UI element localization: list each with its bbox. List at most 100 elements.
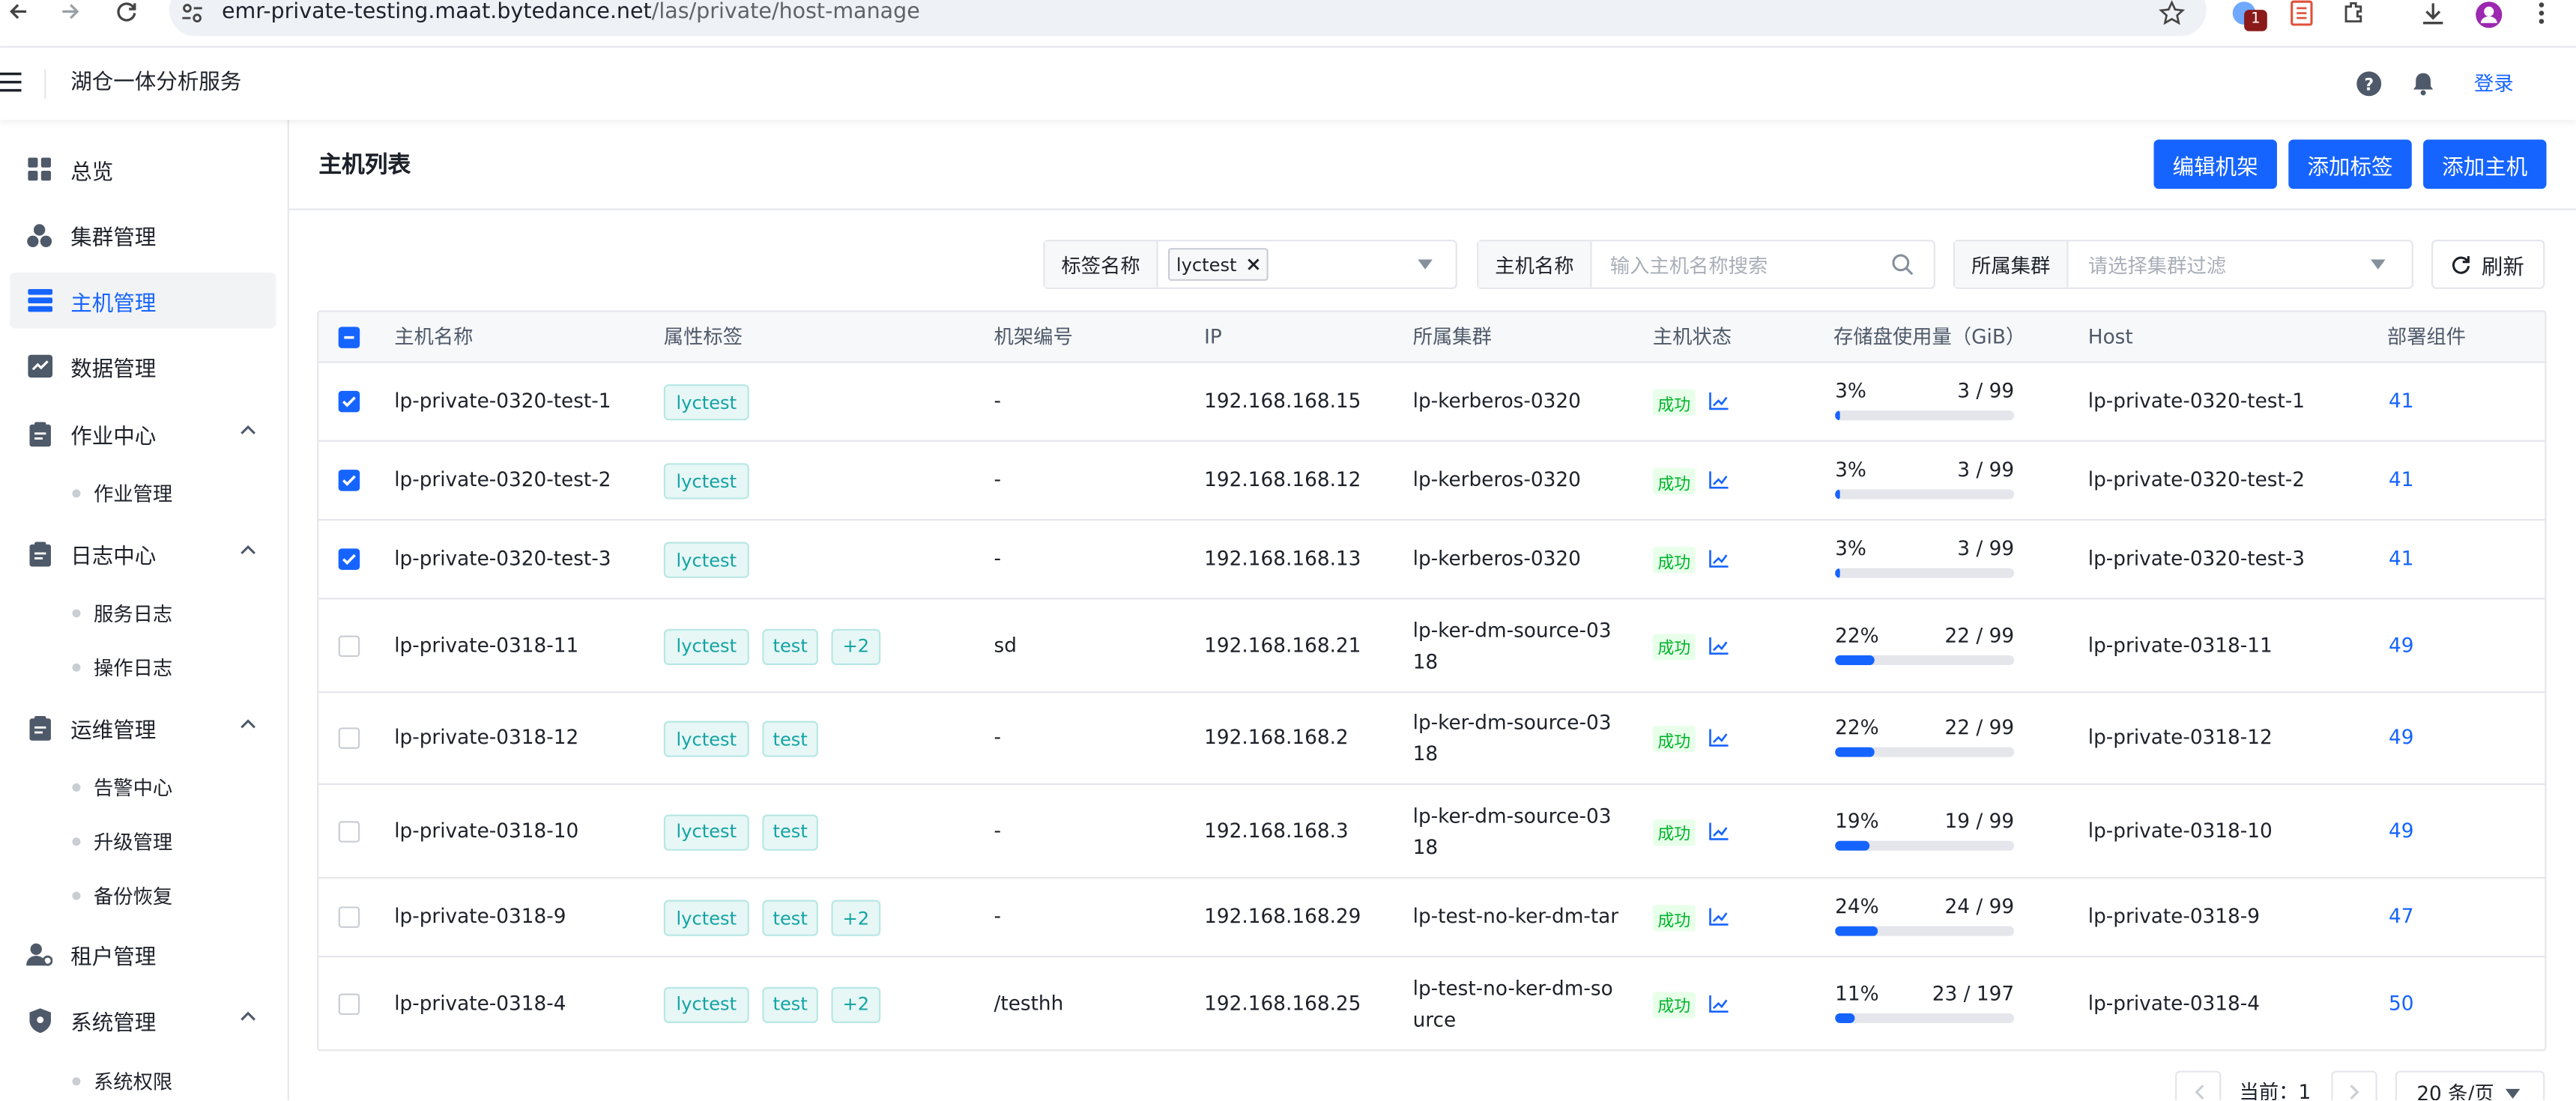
component-count-link[interactable]: 49	[2389, 819, 2414, 842]
reload-icon[interactable]	[115, 0, 141, 23]
add-tag-button[interactable]: 添加标签	[2288, 139, 2412, 189]
bookmark-star-icon[interactable]	[2159, 0, 2186, 26]
cluster-filter[interactable]: 所属集群 请选择集群过滤	[1953, 240, 2413, 289]
sidebar-subitem-label: 备份恢复	[93, 884, 173, 908]
sidebar-item-system[interactable]: 系统管理	[10, 992, 276, 1048]
sidebar-item-job-center[interactable]: 作业中心	[10, 406, 276, 462]
column-header[interactable]: 所属集群	[1413, 312, 1492, 363]
sidebar-subitem-system-permission[interactable]: 系统权限	[72, 1064, 172, 1097]
sidebar-subitem-backup[interactable]: 备份恢复	[72, 879, 172, 912]
sidebar-item-tenant[interactable]: 租户管理	[10, 926, 276, 983]
next-page-button[interactable]	[2331, 1070, 2377, 1101]
component-count-link[interactable]: 41	[2389, 468, 2414, 491]
column-header[interactable]: IP	[1204, 312, 1222, 363]
table-row[interactable]: lp-private-0318-11 lyctest test +2 sd 192.168…	[318, 599, 2545, 694]
menu-toggle-icon[interactable]	[0, 72, 23, 92]
column-header[interactable]: Host	[2088, 312, 2133, 363]
trend-chart-icon[interactable]	[1708, 636, 1729, 655]
extension-badge: 1	[2244, 10, 2267, 31]
component-count-link[interactable]: 50	[2389, 991, 2414, 1014]
trend-chart-icon[interactable]	[1708, 908, 1729, 926]
translate-extension-icon[interactable]	[2290, 0, 2313, 26]
profile-avatar-icon[interactable]	[2474, 0, 2503, 29]
sidebar-item-overview[interactable]: 总览	[10, 142, 276, 198]
help-icon[interactable]: ?	[2356, 70, 2382, 97]
row-checkbox[interactable]	[338, 470, 360, 491]
column-header[interactable]: 属性标签	[664, 312, 743, 363]
storage-progress-fill	[1835, 489, 1841, 500]
sidebar-item-host[interactable]: 主机管理	[10, 272, 276, 329]
download-icon[interactable]	[2420, 0, 2446, 26]
host-name-filter[interactable]: 主机名称 输入主机名称搜索	[1477, 240, 1935, 289]
table-row[interactable]: lp-private-0318-10 lyctest test - 192.168.16…	[318, 785, 2545, 879]
browser-menu-icon[interactable]	[2532, 0, 2551, 26]
close-icon[interactable]	[1247, 258, 1260, 271]
row-checkbox[interactable]	[338, 548, 360, 570]
table-row[interactable]: lp-private-0318-4 lyctest test +2/testhh 192…	[318, 957, 2545, 1050]
cluster-cell-line2: 18	[1412, 742, 1439, 765]
trend-chart-icon[interactable]	[1708, 822, 1729, 840]
storage-progress-bar	[1835, 840, 2015, 850]
component-count-link[interactable]: 41	[2389, 547, 2414, 570]
forward-icon[interactable]	[59, 0, 85, 23]
component-count-link[interactable]: 47	[2389, 905, 2414, 928]
rack-cell: -	[994, 547, 1002, 570]
component-count-link[interactable]: 49	[2389, 633, 2414, 656]
sidebar-subitem-service-log[interactable]: 服务日志	[72, 596, 172, 629]
row-checkbox[interactable]	[338, 634, 360, 656]
sidebar-item-data[interactable]: 数据管理	[10, 339, 276, 395]
trend-chart-icon[interactable]	[1708, 994, 1729, 1013]
sidebar-item-label: 数据管理	[70, 357, 157, 382]
cluster-cell-line1: lp-test-no-ker-dm-so	[1412, 976, 1613, 1000]
row-checkbox[interactable]	[338, 727, 360, 749]
refresh-button[interactable]: 刷新	[2431, 240, 2545, 289]
storage-progress-fill	[1835, 926, 1878, 936]
column-header[interactable]: 部署组件	[2387, 312, 2466, 363]
host-search-input[interactable]: 输入主机名称搜索	[1610, 250, 1768, 278]
site-settings-icon[interactable]	[181, 1, 204, 25]
page-size-select[interactable]: 20 条/页	[2395, 1070, 2545, 1101]
sidebar-subitem-job-manage[interactable]: 作业管理	[72, 476, 172, 509]
component-count-link[interactable]: 49	[2389, 726, 2414, 749]
sidebar-item-log-center[interactable]: 日志中心	[10, 526, 276, 582]
sidebar-subitem-operation-log[interactable]: 操作日志	[72, 650, 172, 683]
column-header[interactable]: 主机状态	[1653, 312, 1732, 363]
sidebar-item-label: 系统管理	[70, 1010, 157, 1036]
cluster-cell: lp-kerberos-0320	[1412, 389, 1581, 413]
row-checkbox[interactable]	[338, 992, 360, 1014]
table-row[interactable]: lp-private-0320-test-3 lyctest - 192.168.16…	[318, 521, 2545, 600]
cluster-cell-line2: 18	[1412, 834, 1439, 858]
trend-chart-icon[interactable]	[1708, 729, 1729, 747]
table-row[interactable]: lp-private-0318-9 lyctest test +2 - 192.168.1…	[318, 879, 2545, 958]
sidebar-item-cluster[interactable]: 集群管理	[10, 207, 276, 263]
column-header[interactable]: 主机名称	[394, 312, 473, 363]
trend-chart-icon[interactable]	[1708, 392, 1729, 410]
search-icon[interactable]	[1891, 253, 1914, 276]
sidebar-subitem-alert[interactable]: 告警中心	[72, 770, 172, 803]
trend-chart-icon[interactable]	[1708, 550, 1729, 568]
column-header[interactable]: 机架编号	[994, 312, 1073, 363]
extensions-puzzle-icon[interactable]	[2341, 0, 2367, 26]
prev-page-button[interactable]	[2175, 1070, 2222, 1101]
row-checkbox[interactable]	[338, 390, 360, 413]
table-row[interactable]: lp-private-0320-test-2 lyctest - 192.168.16…	[318, 442, 2545, 521]
trend-chart-icon[interactable]	[1708, 471, 1729, 489]
row-checkbox[interactable]	[338, 906, 360, 928]
back-icon[interactable]	[7, 0, 33, 23]
table-row[interactable]: lp-private-0320-test-1 lyctest - 192.168.16…	[318, 363, 2545, 442]
edit-rack-button[interactable]: 编辑机架	[2153, 139, 2277, 189]
sidebar-subitem-upgrade[interactable]: 升级管理	[72, 825, 172, 858]
column-header[interactable]: 存储盘使用量（GiB）	[1833, 312, 2025, 363]
component-count-link[interactable]: 41	[2389, 389, 2414, 413]
add-host-button[interactable]: 添加主机	[2423, 139, 2547, 189]
host-cell: lp-private-0318-12	[2087, 726, 2273, 749]
tag-filter[interactable]: 标签名称 lyctest	[1043, 240, 1457, 289]
row-checkbox[interactable]	[338, 820, 360, 842]
cluster-cell-line2: 18	[1412, 649, 1439, 673]
sidebar-item-ops[interactable]: 运维管理	[10, 700, 276, 756]
notification-bell-icon[interactable]	[2410, 70, 2437, 97]
cluster-select[interactable]: 请选择集群过滤	[2088, 250, 2226, 278]
select-all-checkbox[interactable]	[338, 327, 360, 348]
login-link[interactable]: 登录	[2474, 70, 2514, 97]
table-row[interactable]: lp-private-0318-12 lyctest test - 192.168.16…	[318, 693, 2545, 786]
